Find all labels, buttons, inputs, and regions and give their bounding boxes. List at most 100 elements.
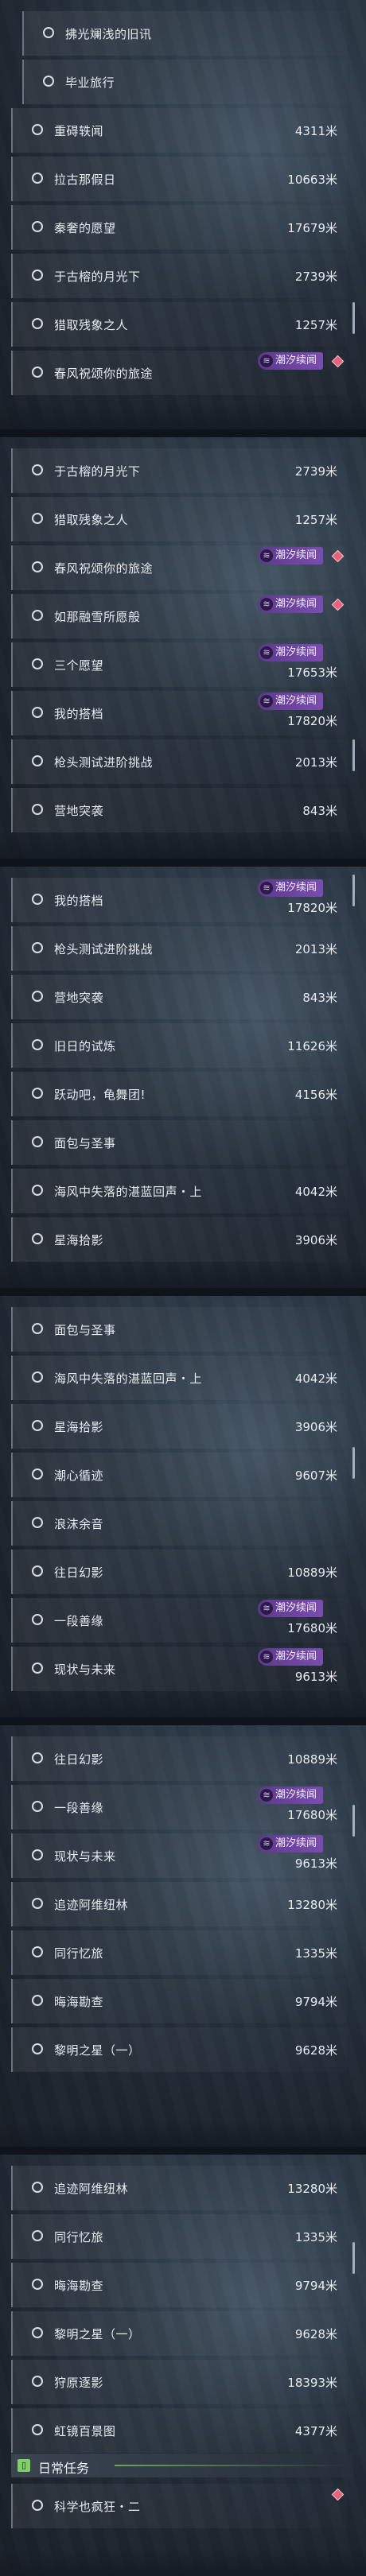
quest-row[interactable]: 黎明之星（一） 9628米 <box>11 2027 347 2072</box>
quest-row[interactable]: 星海拾影 3906米 <box>11 1217 347 1262</box>
radio-circle-icon[interactable] <box>32 464 43 475</box>
scrollbar-thumb[interactable] <box>352 1447 355 1479</box>
quest-row[interactable]: 面包与圣事 <box>11 1120 347 1165</box>
quest-distance: 17680米 <box>287 1621 337 1635</box>
quest-row[interactable]: 同行忆旅 1335米 <box>11 2214 347 2259</box>
radio-circle-icon[interactable] <box>43 76 54 87</box>
radio-circle-icon[interactable] <box>32 2376 43 2387</box>
quest-row[interactable]: 科学也疯狂・二 <box>11 2484 347 2528</box>
quest-row[interactable]: 追迹阿维纽林 13280米 <box>11 1882 347 1926</box>
radio-circle-icon[interactable] <box>32 707 43 718</box>
radio-circle-icon[interactable] <box>32 367 43 378</box>
radio-circle-icon[interactable] <box>32 2043 43 2054</box>
scrollbar-thumb[interactable] <box>352 1805 355 1837</box>
quest-row[interactable]: 现状与未来 9613米 ≋ 潮汐续闻 <box>11 1833 347 1878</box>
radio-circle-icon[interactable] <box>32 1995 43 2006</box>
quest-row[interactable]: 往日幻影 10889米 <box>11 1736 347 1781</box>
radio-circle-icon[interactable] <box>32 1468 43 1480</box>
radio-circle-icon[interactable] <box>32 1517 43 1528</box>
radio-circle-icon[interactable] <box>32 942 43 953</box>
radio-circle-icon[interactable] <box>32 1323 43 1334</box>
radio-circle-icon[interactable] <box>32 1662 43 1674</box>
radio-circle-icon[interactable] <box>32 2327 43 2338</box>
radio-circle-icon[interactable] <box>32 2279 43 2290</box>
radio-circle-icon[interactable] <box>32 2182 43 2193</box>
quest-row[interactable]: 猎取残象之人 1257米 <box>11 302 347 347</box>
radio-circle-icon[interactable] <box>32 1233 43 1244</box>
quest-row[interactable]: 旧日的试炼 11626米 <box>11 1023 347 1068</box>
radio-circle-icon[interactable] <box>32 1801 43 1812</box>
radio-circle-icon[interactable] <box>32 1185 43 1196</box>
radio-circle-icon[interactable] <box>32 1898 43 1909</box>
quest-row[interactable]: 海风中失落的湛蓝回声・上 4042米 <box>11 1356 347 1400</box>
radio-circle-icon[interactable] <box>32 1946 43 1957</box>
radio-circle-icon[interactable] <box>32 1565 43 1577</box>
quest-row[interactable]: 拉古那假日 10663米 <box>11 157 347 201</box>
quest-row[interactable]: 营地突袭 843米 <box>11 975 347 1019</box>
quest-row[interactable]: 潮心循迹 9607米 <box>11 1453 347 1497</box>
quest-row[interactable]: 晦海勘查 9794米 <box>11 2263 347 2307</box>
radio-circle-icon[interactable] <box>32 318 43 329</box>
quest-row[interactable]: 追迹阿维纽林 13280米 <box>11 2166 347 2210</box>
quest-row[interactable]: 同行忆旅 1335米 <box>11 1930 347 1975</box>
quest-row[interactable]: 现状与未来 9613米 ≋ 潮汐续闻 <box>11 1647 347 1691</box>
quest-row[interactable]: 虹镜百景图 4377米 <box>11 2408 347 2453</box>
quest-row[interactable]: 星海拾影 3906米 <box>11 1404 347 1449</box>
quest-row[interactable]: 晦海勘查 9794米 <box>11 1979 347 2023</box>
scrollbar-thumb[interactable] <box>352 875 355 906</box>
quest-row[interactable]: 猎取残象之人 1257米 <box>11 497 347 541</box>
quest-row[interactable]: 面包与圣事 <box>11 1307 347 1352</box>
radio-circle-icon[interactable] <box>32 221 43 232</box>
radio-circle-icon[interactable] <box>32 2424 43 2435</box>
quest-row[interactable]: 一段善缘 17680米 ≋ 潮汐续闻 <box>11 1785 347 1829</box>
quest-row[interactable]: 我的搭档 17820米 ≋ 潮汐续闻 <box>11 878 347 922</box>
quest-row[interactable]: 于古榕的月光下 2739米 <box>11 448 347 493</box>
quest-row[interactable]: 春风祝颂你的旅途 ≋ 潮汐续闻 <box>11 351 347 395</box>
radio-circle-icon[interactable] <box>32 658 43 669</box>
radio-circle-icon[interactable] <box>32 2500 43 2511</box>
quest-row[interactable]: 往日幻影 10889米 <box>11 1550 347 1594</box>
scrollbar-thumb[interactable] <box>352 739 355 771</box>
quest-row[interactable]: 枪头测试进阶挑战 2013米 <box>11 926 347 971</box>
radio-circle-icon[interactable] <box>43 27 54 38</box>
radio-circle-icon[interactable] <box>32 610 43 621</box>
quest-row[interactable]: 秦奢的愿望 17679米 <box>11 205 347 250</box>
radio-circle-icon[interactable] <box>32 1136 43 1147</box>
radio-circle-icon[interactable] <box>32 270 43 281</box>
radio-circle-icon[interactable] <box>32 124 43 135</box>
radio-circle-icon[interactable] <box>32 1039 43 1050</box>
radio-circle-icon[interactable] <box>32 1088 43 1099</box>
radio-circle-icon[interactable] <box>32 894 43 905</box>
quest-row[interactable]: 海风中失落的湛蓝回声・上 4042米 <box>11 1169 347 1213</box>
quest-row[interactable]: 跃动吧，龟舞团! 4156米 <box>11 1072 347 1116</box>
radio-circle-icon[interactable] <box>32 2230 43 2241</box>
radio-circle-icon[interactable] <box>32 804 43 815</box>
radio-circle-icon[interactable] <box>32 173 43 184</box>
quest-row[interactable]: 重碍轶闻 4311米 <box>11 108 347 153</box>
radio-circle-icon[interactable] <box>32 991 43 1002</box>
quest-row[interactable]: 浪沫余音 <box>11 1501 347 1546</box>
quest-row[interactable]: 一段善缘 17680米 ≋ 潮汐续闻 <box>11 1598 347 1643</box>
quest-row[interactable]: 于古榕的月光下 2739米 <box>11 254 347 298</box>
quest-row[interactable]: 三个愿望 17653米 ≋ 潮汐续闻 <box>11 642 347 687</box>
radio-circle-icon[interactable] <box>32 1371 43 1383</box>
quest-row[interactable]: 狩原逐影 18393米 <box>11 2360 347 2404</box>
quest-row[interactable]: 拂光斓浅的旧讯 <box>22 11 347 56</box>
quest-row[interactable]: 春风祝颂你的旅途 ≋ 潮汐续闻 <box>11 545 347 590</box>
quest-row[interactable]: 营地突袭 843米 <box>11 788 347 832</box>
radio-circle-icon[interactable] <box>32 561 43 572</box>
scrollbar-thumb[interactable] <box>352 302 355 334</box>
radio-circle-icon[interactable] <box>32 513 43 524</box>
radio-circle-icon[interactable] <box>32 1752 43 1763</box>
radio-circle-icon[interactable] <box>32 1420 43 1431</box>
quest-row[interactable]: 黎明之星（一） 9628米 <box>11 2311 347 2356</box>
quest-row[interactable]: 枪头测试进阶挑战 2013米 <box>11 739 347 784</box>
quest-row[interactable]: 毕业旅行 <box>22 60 347 104</box>
radio-circle-icon[interactable] <box>32 1614 43 1625</box>
quest-row[interactable]: 我的搭档 17820米 ≋ 潮汐续闻 <box>11 691 347 735</box>
radio-circle-icon[interactable] <box>32 1849 43 1860</box>
radio-circle-icon[interactable] <box>32 755 43 766</box>
scrollbar-thumb[interactable] <box>352 2242 355 2274</box>
daily-tasks-header[interactable]: ▯ 日常任务 <box>11 2454 353 2477</box>
quest-row[interactable]: 如那融雪所愿般 ≋ 潮汐续闻 <box>11 594 347 638</box>
